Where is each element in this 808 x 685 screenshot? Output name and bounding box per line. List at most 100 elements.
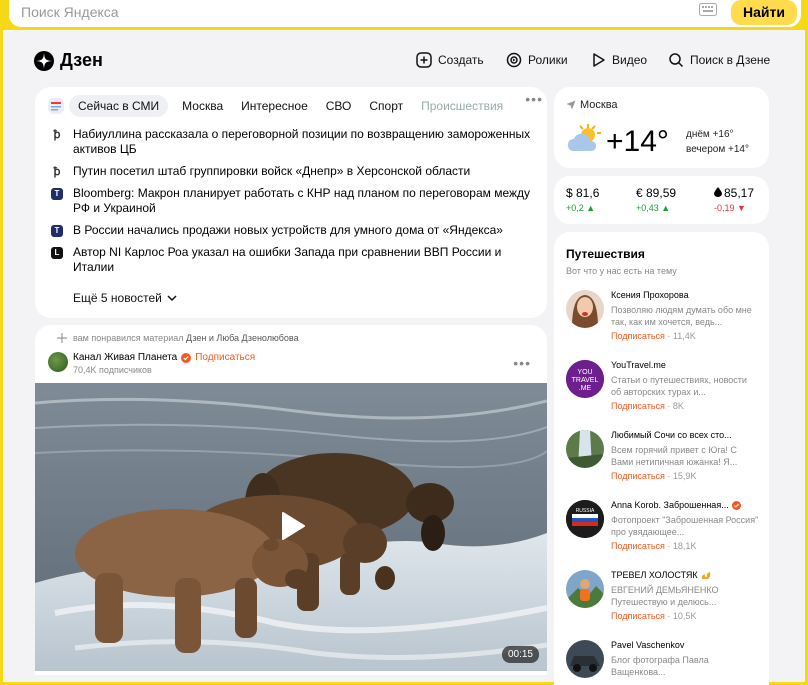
news-card: Сейчас в СМИ Москва Интересное СВО Спорт… — [35, 87, 547, 318]
video-player[interactable]: 00:15 — [35, 383, 547, 671]
channel-name[interactable]: Pavel Vaschenkov — [611, 640, 761, 650]
frame-left-border — [0, 0, 3, 685]
post-card: вам понравился материал Дзен и Люба Дзен… — [35, 325, 547, 675]
channel-subscribers: 10,5K — [672, 611, 697, 621]
tab-incidents[interactable]: Происшествия — [421, 99, 503, 113]
channel-item[interactable]: ТРЕВЕЛ ХОЛОСТЯК ЕВГЕНИЙ ДЕМЬЯНЕНКО Путеш… — [566, 570, 766, 632]
play-icon[interactable] — [280, 511, 306, 541]
channel-name[interactable]: YouTravel.me — [611, 360, 761, 370]
search-icon — [669, 53, 684, 68]
channel-avatar[interactable] — [566, 290, 604, 328]
channel-item[interactable]: YOU TRAVEL .ME YouTravel.me Статьи о путеш… — [566, 360, 766, 422]
news-item-text: Bloomberg: Макрон планирует работать с К… — [73, 186, 531, 215]
chevron-down-icon — [167, 295, 177, 302]
currency-usd-change: +0,2 ▲ — [566, 203, 596, 213]
liked-authors[interactable]: Дзен и Люба Дзенолюбова — [186, 333, 299, 343]
travel-title: Путешествия — [566, 247, 645, 261]
currency-widget[interactable]: $ 81,6 +0,2 ▲ € 89,59 +0,43 ▲ 85,17 -0,1… — [554, 176, 769, 224]
dzen-logo-icon — [34, 50, 54, 71]
channel-avatar[interactable] — [566, 430, 604, 468]
news-logo-icon — [48, 98, 64, 114]
channel-item[interactable]: Pavel Vaschenkov Блог фотографа Павла Ва… — [566, 640, 766, 685]
t-source-icon: T — [51, 225, 63, 237]
news-item[interactable]: T Bloomberg: Макрон планирует работать с… — [51, 186, 531, 216]
search-button[interactable]: Найти — [731, 0, 797, 25]
news-item[interactable]: L Автор NI Карлос Роа указал на ошибки З… — [51, 245, 531, 275]
liked-prefix: вам понравился материал — [73, 333, 184, 343]
tab-now-in-media[interactable]: Сейчас в СМИ — [69, 95, 169, 117]
tab-sport[interactable]: Спорт — [369, 99, 403, 113]
subscribe-link[interactable]: Подписаться — [195, 352, 255, 363]
channel-footer: Подписаться · 10,5K — [611, 611, 697, 621]
oil-drop-icon — [714, 187, 722, 197]
channel-subscribers: 11,4K — [672, 331, 696, 341]
news-item-text: В России начались продажи новых устройст… — [73, 223, 503, 237]
channel-avatar[interactable] — [566, 640, 604, 678]
channel-name[interactable]: Канал Живая Планета — [73, 352, 177, 363]
channel-description: Статьи о путешествиях, новости об авторс… — [611, 375, 747, 397]
channel-name[interactable]: Любимый Сочи со всех сто... — [611, 430, 761, 440]
currency-usd[interactable]: $ 81,6 +0,2 ▲ — [566, 186, 599, 213]
search-bar: Найти — [3, 0, 805, 30]
weather-widget[interactable]: Москва +14° днём +16° вечером +14° — [554, 87, 769, 168]
more-news-button[interactable]: Ещё 5 новостей — [73, 291, 178, 305]
currency-oil[interactable]: 85,17 -0,19 ▼ — [714, 186, 754, 213]
clips-button[interactable]: Ролики — [506, 52, 568, 68]
newspaper-icon: ꝥ — [51, 166, 63, 178]
dzen-logo[interactable]: Дзен — [34, 50, 103, 71]
news-item-text: Путин посетил штаб группировки войск «Дн… — [73, 164, 471, 178]
news-item[interactable]: T В России начались продажи новых устрой… — [51, 223, 531, 238]
subscribe-link[interactable]: Подписаться — [611, 611, 665, 621]
currency-eur-change: +0,43 ▲ — [636, 203, 671, 213]
newspaper-icon: ꝥ — [51, 129, 63, 141]
liked-note: вам понравился материал Дзен и Люба Дзен… — [57, 333, 299, 343]
clips-icon — [506, 52, 522, 68]
svg-text:YOU: YOU — [577, 369, 592, 376]
partly-cloudy-icon — [568, 124, 601, 151]
subscribe-link[interactable]: Подписаться — [611, 401, 665, 411]
news-item[interactable]: ꝥ Набиуллина рассказала о переговорной п… — [51, 127, 531, 157]
channel-avatar[interactable] — [48, 352, 68, 372]
channel-item[interactable]: Ксения Прохорова Позволяю людям думать о… — [566, 290, 766, 352]
weather-city[interactable]: Москва — [566, 99, 618, 111]
dzen-brand-text: Дзен — [60, 50, 103, 70]
portrait-avatar-image — [566, 290, 604, 328]
channel-header: Канал Живая Планета Подписаться — [73, 352, 255, 363]
channel-subscribers: 8K — [672, 401, 684, 411]
channel-avatar[interactable]: RUSSIA — [566, 500, 604, 538]
plus-square-icon — [416, 52, 432, 68]
search-input[interactable] — [21, 0, 681, 24]
keyboard-icon[interactable] — [699, 3, 717, 16]
channel-footer: Подписаться · 11,4K — [611, 331, 696, 341]
subscribe-link[interactable]: Подписаться — [611, 331, 665, 341]
news-tabs: Сейчас в СМИ Москва Интересное СВО Спорт… — [47, 95, 537, 117]
weather-day: днём +16° — [686, 129, 734, 140]
channel-avatar[interactable] — [566, 570, 604, 608]
news-more-icon[interactable]: ••• — [525, 91, 543, 107]
channel-name[interactable]: Anna Korob. Заброшенная... — [611, 500, 761, 510]
subscribe-link[interactable]: Подписаться — [611, 541, 665, 551]
channel-name[interactable]: Ксения Прохорова — [611, 290, 761, 300]
traveler-avatar-image — [566, 570, 604, 608]
channel-subscribers: 15,9K — [672, 471, 697, 481]
weather-temperature: +14° — [606, 125, 669, 158]
video-button[interactable]: Видео — [592, 52, 647, 68]
weather-city-name: Москва — [580, 99, 618, 111]
search-in-dzen-button[interactable]: Поиск в Дзене — [668, 52, 770, 68]
news-item-text: Набиуллина рассказала о переговорной поз… — [73, 127, 531, 156]
tab-moscow[interactable]: Москва — [182, 99, 223, 113]
currency-eur[interactable]: € 89,59 +0,43 ▲ — [636, 186, 676, 213]
subscribe-link[interactable]: Подписаться — [611, 471, 665, 481]
channel-avatar[interactable]: YOU TRAVEL .ME — [566, 360, 604, 398]
more-news-label: Ещё 5 новостей — [73, 291, 162, 305]
news-item[interactable]: ꝥ Путин посетил штаб группировки войск «… — [51, 164, 531, 179]
create-button[interactable]: Создать — [416, 52, 484, 68]
tab-interesting[interactable]: Интересное — [241, 99, 308, 113]
channel-name[interactable]: ТРЕВЕЛ ХОЛОСТЯК — [611, 570, 761, 580]
search-in-dzen-label: Поиск в Дзене — [690, 53, 771, 67]
tab-svo[interactable]: СВО — [326, 99, 352, 113]
channel-item[interactable]: Любимый Сочи со всех сто... Всем горячий… — [566, 430, 766, 492]
currency-oil-change: -0,19 ▼ — [714, 203, 746, 213]
post-more-icon[interactable]: ••• — [513, 355, 531, 371]
channel-item[interactable]: RUSSIA Anna Korob. Заброшенная... Фотопр… — [566, 500, 766, 562]
